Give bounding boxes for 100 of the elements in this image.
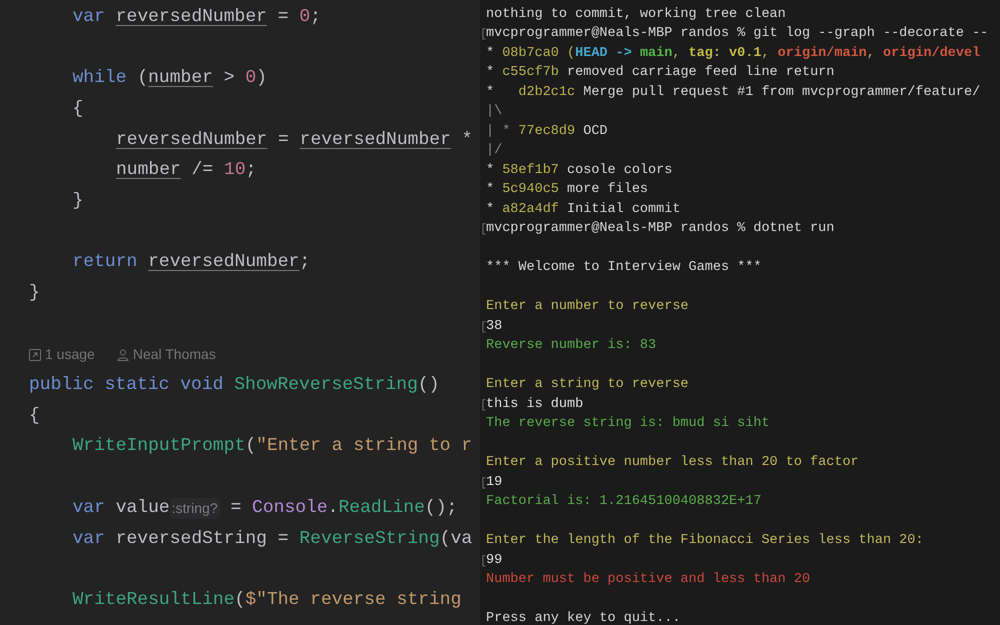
- code-text: value: [114, 496, 170, 520]
- terminal-text: d2b2c1c: [518, 84, 576, 102]
- line-marker: [: [480, 552, 488, 570]
- terminal-text: Factorial is: 1.21645100408832E+17: [486, 493, 762, 512]
- terminal-text: removed carriage feed line return: [566, 64, 834, 82]
- terminal-text: 08b7ca0 (: [502, 44, 576, 63]
- terminal-text: 99: [486, 552, 502, 570]
- code-text: >: [222, 67, 236, 90]
- line-marker: [: [480, 27, 488, 44]
- code-text: WriteResultLine: [72, 588, 235, 612]
- terminal-text: Enter the length of the Fibonacci Series less than 20:: [486, 532, 924, 550]
- code-text: .: [328, 496, 338, 520]
- code-text: 10: [224, 159, 246, 182]
- code-text: Console: [252, 496, 328, 520]
- usage-icon: [29, 348, 41, 361]
- code-text: reversedNumber: [116, 128, 268, 152]
- code-text: (: [136, 67, 148, 90]
- terminal-text: Number must be positive and less than 20: [486, 571, 810, 590]
- terminal-text: |/: [486, 142, 502, 160]
- code-text: =: [277, 128, 290, 152]
- code-text: "Enter a string to r: [256, 435, 472, 458]
- code-text: /=: [190, 159, 214, 182]
- code-text: public static void: [29, 374, 224, 398]
- code-text: number: [148, 67, 213, 90]
- terminal-text: *: [486, 44, 496, 63]
- terminal-text: this is dumb: [486, 396, 584, 414]
- code-text: var: [72, 496, 105, 520]
- line-marker: [: [480, 222, 488, 238]
- code-text: WriteInputPrompt: [72, 435, 246, 458]
- terminal-text: 38: [486, 318, 502, 336]
- code-text: reversedNumber: [148, 251, 300, 274]
- code-text: ;: [310, 6, 321, 29]
- terminal-text: ,: [672, 44, 682, 63]
- code-text: ): [256, 67, 267, 90]
- terminal-text: OCD: [582, 122, 608, 141]
- terminal-text: |\: [486, 103, 502, 122]
- code-text: while: [72, 67, 127, 90]
- terminal-text: 5c940c5: [502, 181, 559, 200]
- terminal-text: The reverse string is: bmud si siht: [486, 415, 770, 434]
- terminal-text: 77ec8d9: [518, 122, 576, 141]
- code-text: =: [276, 6, 290, 29]
- code-text: ReadLine: [338, 496, 425, 520]
- code-text: 0: [299, 6, 310, 29]
- code-text: *: [460, 128, 472, 152]
- author-name[interactable]: Neal Thomas: [132, 344, 216, 366]
- code-text: {: [72, 98, 84, 121]
- code-text: ();: [424, 496, 458, 520]
- code-text: (: [234, 588, 246, 612]
- terminal-text: *: [486, 162, 496, 180]
- code-text: $"The reverse string: [245, 588, 462, 612]
- terminal-text: origin/devel: [883, 44, 980, 63]
- code-text: var: [72, 6, 106, 29]
- code-text: {: [29, 404, 40, 428]
- code-text: ReverseString: [299, 528, 440, 551]
- code-text: ;: [299, 251, 310, 274]
- terminal-text: *: [486, 181, 496, 200]
- terminal-text: main: [640, 44, 672, 63]
- code-text: ;: [246, 159, 256, 182]
- code-text: =: [229, 496, 242, 520]
- code-text: (: [245, 435, 256, 458]
- terminal-text: *: [486, 84, 496, 102]
- code-text: ShowReverseString: [234, 374, 418, 398]
- terminal-text: Enter a string to reverse: [486, 376, 689, 394]
- terminal-text: *: [486, 64, 496, 82]
- usage-count[interactable]: 1 usage: [45, 344, 95, 366]
- person-icon: [116, 348, 129, 361]
- code-text: reversedNumber: [300, 128, 451, 152]
- terminal-text: *** Welcome to Interview Games ***: [486, 259, 762, 278]
- type-hint: :string?: [170, 498, 220, 519]
- terminal-text: origin/main: [778, 44, 867, 63]
- terminal-text: Initial commit: [566, 200, 680, 219]
- terminal-text: ,: [761, 44, 771, 63]
- terminal-text: ,: [866, 44, 876, 63]
- terminal-text: 58ef1b7: [502, 162, 559, 180]
- code-text: (): [418, 374, 440, 398]
- terminal-text: cosole colors: [566, 162, 672, 180]
- terminal-text: nothing to commit, working tree clean: [486, 6, 786, 24]
- line-marker: [: [480, 318, 488, 336]
- terminal-text: Merge pull request #1 from mvcprogrammer/feature/: [582, 84, 980, 102]
- code-text: number: [116, 159, 181, 182]
- terminal-text: Press any key to quit...: [486, 610, 680, 625]
- terminal-text: 19: [486, 474, 502, 492]
- code-text: }: [29, 282, 40, 306]
- terminal-text: mvcprogrammer@Neals-MBP randos % git log --graph --decorate --: [486, 25, 988, 44]
- terminal-text: mvcprogrammer@Neals-MBP randos % dotnet run: [486, 220, 834, 238]
- terminal-text: Enter a positive number less than 20 to factor: [486, 454, 859, 472]
- terminal-text: more files: [566, 181, 648, 200]
- terminal-text: | *: [486, 122, 512, 141]
- code-text: 0: [245, 67, 256, 90]
- line-marker: [: [480, 474, 488, 492]
- terminal-text: *: [486, 200, 496, 219]
- code-text: return: [72, 251, 138, 274]
- line-marker: [: [480, 398, 488, 414]
- terminal-text: tag: v0.1: [688, 44, 762, 63]
- terminal-text: Reverse number is: 83: [486, 337, 656, 356]
- terminal-text: HEAD ->: [575, 44, 633, 63]
- code-text: var: [72, 528, 105, 551]
- code-text: }: [72, 190, 84, 213]
- code-text: (va: [440, 528, 472, 551]
- code-text: reversedNumber: [116, 6, 267, 29]
